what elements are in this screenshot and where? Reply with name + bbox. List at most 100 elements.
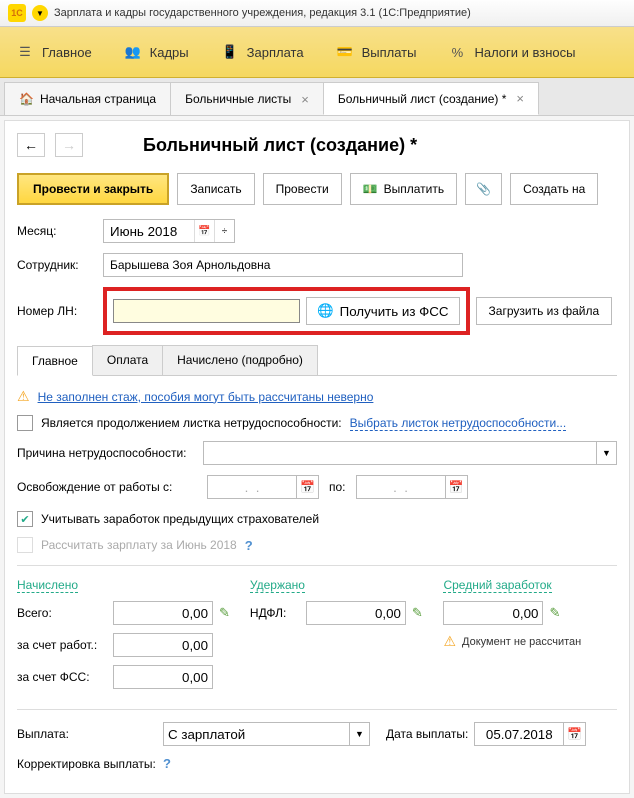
pencil-icon[interactable]: ✎ <box>549 605 560 621</box>
btn-label: Получить из ФСС <box>340 304 449 319</box>
earnings-label: Учитывать заработок предыдущих страховат… <box>41 512 319 526</box>
btn-label: Выплатить <box>384 182 445 196</box>
payout-date-label: Дата выплаты: <box>386 727 468 741</box>
close-tab-icon[interactable]: × <box>516 91 524 106</box>
total-row: Всего: ✎ <box>17 601 230 625</box>
document-tabs-bar: 🏠 Начальная страница Больничные листы × … <box>0 78 634 116</box>
tab-label: Больничный лист (создание) * <box>338 92 507 106</box>
total-input[interactable] <box>113 601 213 625</box>
help-icon[interactable]: ? <box>245 538 253 553</box>
ln-row: Номер ЛН: 🌐 Получить из ФСС Загрузить из… <box>17 287 617 335</box>
menu-item-taxes[interactable]: % Налоги и взносы <box>432 37 591 67</box>
fss-label: за счет ФСС: <box>17 670 107 684</box>
payout-date-field: 📅 <box>474 722 586 746</box>
warning-icon: ⚠ <box>443 633 456 650</box>
month-step-button[interactable]: ÷ <box>214 220 234 242</box>
pencil-icon[interactable]: ✎ <box>219 605 230 621</box>
hamburger-icon: ☰ <box>16 43 34 61</box>
close-tab-icon[interactable]: × <box>301 92 309 107</box>
money-icon: 💵 <box>363 182 378 196</box>
pencil-icon[interactable]: ✎ <box>412 605 423 621</box>
month-calendar-button[interactable]: 📅 <box>194 220 214 242</box>
pay-button[interactable]: 💵 Выплатить <box>350 173 457 205</box>
menu-item-salary[interactable]: 📱 Зарплата <box>205 37 320 67</box>
payout-dropdown-button[interactable]: ▼ <box>350 722 370 746</box>
payout-date-input[interactable] <box>474 722 564 746</box>
payout-select[interactable] <box>163 722 350 746</box>
load-from-file-button[interactable]: Загрузить из файла <box>476 297 613 325</box>
tab-label: Больничные листы <box>185 92 291 106</box>
accrued-column: Начислено Всего: ✎ за счет работ.: за сч… <box>17 578 230 697</box>
absence-from-input[interactable] <box>207 475 297 499</box>
absence-to-field: 📅 <box>356 475 468 499</box>
month-label: Месяц: <box>17 224 97 238</box>
help-icon[interactable]: ? <box>163 756 171 771</box>
percent-icon: % <box>448 43 466 61</box>
tab-home[interactable]: 🏠 Начальная страница <box>4 82 171 115</box>
save-button[interactable]: Записать <box>177 173 254 205</box>
menu-item-personnel[interactable]: 👥 Кадры <box>108 37 205 67</box>
reason-dropdown-button[interactable]: ▼ <box>597 441 617 465</box>
tab-sick-lists[interactable]: Больничные листы × <box>170 82 324 115</box>
menu-item-main[interactable]: ☰ Главное <box>0 37 108 67</box>
employer-label: за счет работ.: <box>17 638 107 652</box>
warning-icon: ⚠ <box>17 388 30 405</box>
month-input[interactable] <box>104 220 194 242</box>
menu-label: Налоги и взносы <box>474 45 575 60</box>
calendar-icon[interactable]: 📅 <box>297 475 319 499</box>
continuation-label: Является продолжением листка нетрудоспос… <box>41 416 342 430</box>
post-and-close-button[interactable]: Провести и закрыть <box>17 173 169 205</box>
avg-input[interactable] <box>443 601 543 625</box>
get-from-fss-button[interactable]: 🌐 Получить из ФСС <box>306 297 460 325</box>
sub-tab-main[interactable]: Главное <box>17 346 93 376</box>
ndfl-label: НДФЛ: <box>250 606 300 620</box>
payout-label: Выплата: <box>17 727 157 741</box>
divider <box>17 709 617 710</box>
wallet-icon: 💳 <box>336 43 354 61</box>
calc-salary-label: Рассчитать зарплату за Июнь 2018 <box>41 538 237 552</box>
withheld-header[interactable]: Удержано <box>250 578 305 593</box>
post-button[interactable]: Провести <box>263 173 342 205</box>
page-title: Больничный лист (создание) * <box>143 135 417 156</box>
absence-to-label: по: <box>329 480 346 494</box>
window-title-bar: 1C ▼ Зарплата и кадры государственного у… <box>0 0 634 27</box>
people-icon: 👥 <box>124 43 142 61</box>
fss-input[interactable] <box>113 665 213 689</box>
employer-input[interactable] <box>113 633 213 657</box>
employee-input[interactable] <box>103 253 463 277</box>
tab-sick-list-create[interactable]: Больничный лист (создание) * × <box>323 82 539 115</box>
menu-item-payments[interactable]: 💳 Выплаты <box>320 37 433 67</box>
payout-select-wrap: ▼ <box>163 722 370 746</box>
withheld-column: Удержано НДФЛ: ✎ <box>250 578 424 697</box>
doc-warn-row: ⚠ Документ не рассчитан <box>443 633 617 650</box>
main-menu-bar: ☰ Главное 👥 Кадры 📱 Зарплата 💳 Выплаты %… <box>0 27 634 78</box>
avg-header[interactable]: Средний заработок <box>443 578 551 593</box>
select-sheet-link[interactable]: Выбрать листок нетрудоспособности... <box>350 416 567 431</box>
absence-to-input[interactable] <box>356 475 446 499</box>
attach-button[interactable]: 📎 <box>465 173 502 205</box>
continuation-checkbox[interactable] <box>17 415 33 431</box>
earnings-checkbox[interactable]: ✔ <box>17 511 33 527</box>
avg-column: Средний заработок ✎ ⚠ Документ не рассчи… <box>443 578 617 697</box>
absence-date-range: Освобождение от работы с: 📅 по: 📅 <box>17 475 617 499</box>
calendar-icon[interactable]: 📅 <box>564 722 586 746</box>
reason-input[interactable] <box>203 441 597 465</box>
stazh-warning-link[interactable]: Не заполнен стаж, пособия могут быть рас… <box>38 390 374 404</box>
sub-tab-accrued-details[interactable]: Начислено (подробно) <box>162 345 318 375</box>
create-based-button[interactable]: Создать на <box>510 173 598 205</box>
employee-label: Сотрудник: <box>17 258 97 272</box>
ndfl-input[interactable] <box>306 601 406 625</box>
calc-salary-row: Рассчитать зарплату за Июнь 2018 ? <box>17 537 617 553</box>
nav-back-button[interactable]: ← <box>17 133 45 157</box>
sub-tab-payment[interactable]: Оплата <box>92 345 163 375</box>
ln-number-input[interactable] <box>113 299 300 323</box>
correction-label: Корректировка выплаты: <box>17 757 157 771</box>
app-menu-dropdown-icon[interactable]: ▼ <box>32 5 48 21</box>
document-content: ← → Больничный лист (создание) * Провест… <box>4 120 630 794</box>
earnings-row: ✔ Учитывать заработок предыдущих страхов… <box>17 511 617 527</box>
total-label: Всего: <box>17 606 107 620</box>
reason-row: Причина нетрудоспособности: ▼ <box>17 441 617 465</box>
calendar-icon[interactable]: 📅 <box>446 475 468 499</box>
accrued-header[interactable]: Начислено <box>17 578 78 593</box>
avg-row: ✎ <box>443 601 617 625</box>
